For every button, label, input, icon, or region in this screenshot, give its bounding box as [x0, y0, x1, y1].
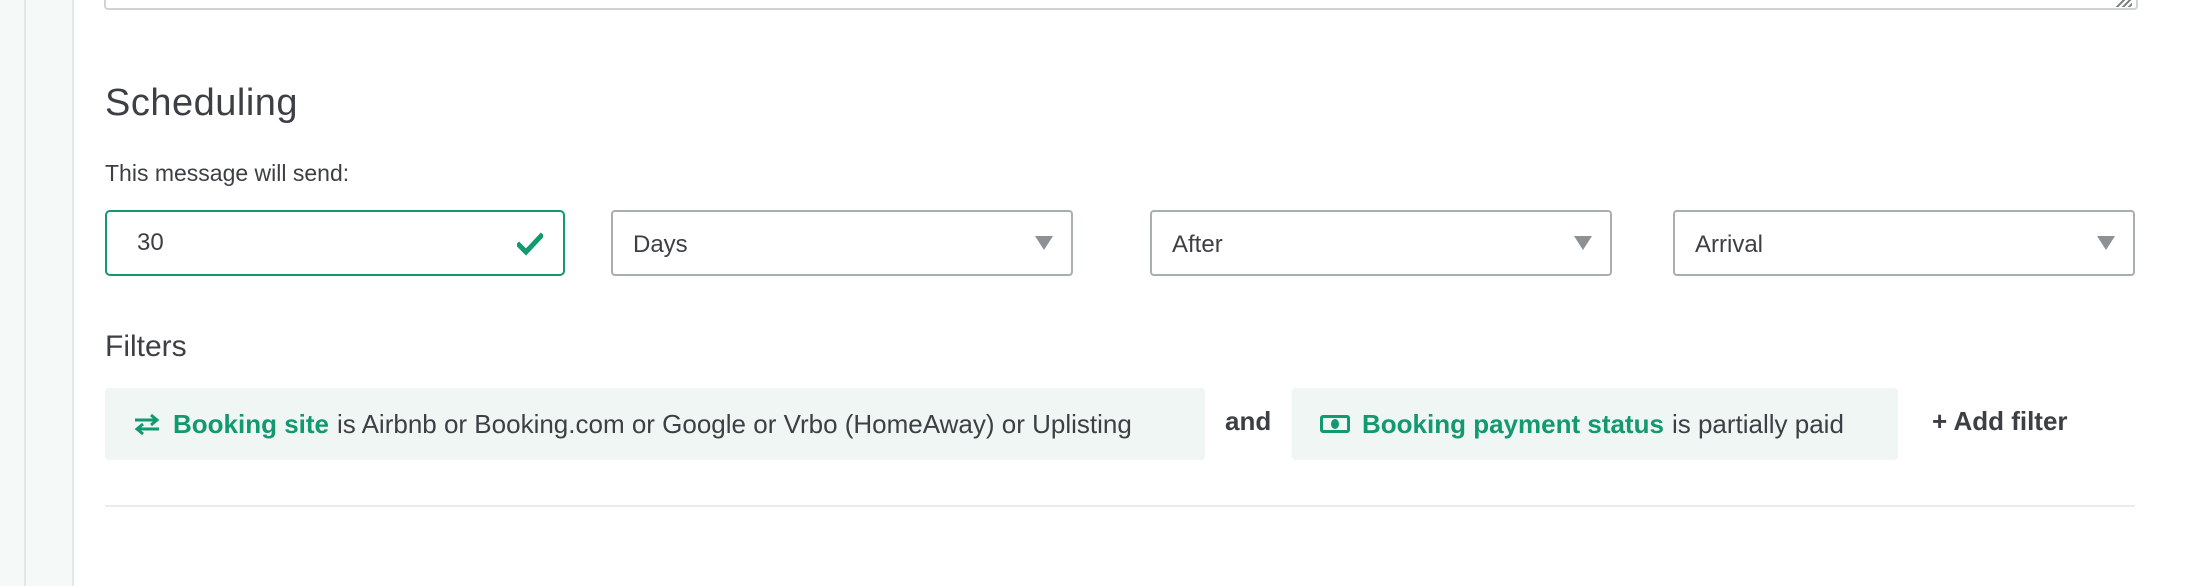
swap-arrows-icon [134, 413, 160, 435]
send-offset-field[interactable] [105, 210, 565, 276]
banknote-icon [1320, 415, 1350, 433]
filter-key: Booking payment status [1362, 408, 1664, 439]
check-icon [517, 232, 543, 256]
time-unit-value: Days [633, 231, 688, 258]
direction-value: After [1172, 231, 1223, 258]
filters-heading: Filters [105, 330, 187, 363]
section-divider [105, 505, 2135, 507]
dropdown-arrow-icon [1574, 236, 1592, 250]
add-filter-button[interactable]: + Add filter [1932, 406, 2068, 437]
filter-chip-payment-status[interactable]: Booking payment status is partially paid [1292, 388, 1898, 460]
dropdown-arrow-icon [2097, 236, 2115, 250]
scheduling-heading: Scheduling [105, 82, 299, 124]
event-value: Arrival [1695, 231, 1764, 258]
send-offset-input[interactable] [137, 212, 497, 274]
time-unit-select[interactable]: Days [611, 210, 1073, 276]
filter-key: Booking site [173, 408, 330, 439]
filter-condition: is partially paid [1671, 408, 1844, 439]
message-editor-panel [72, 0, 2198, 586]
left-rail [24, 0, 26, 586]
direction-select[interactable]: After [1150, 210, 1612, 276]
filter-joiner: and [1225, 406, 1272, 436]
send-label: This message will send: [105, 160, 350, 186]
filter-condition: is Airbnb or Booking.com or Google or Vr… [337, 408, 1132, 439]
page-background: Scheduling This message will send: Days … [0, 0, 2198, 586]
dropdown-arrow-icon [1035, 236, 1053, 250]
event-select[interactable]: Arrival [1673, 210, 2135, 276]
message-body-textarea[interactable] [104, 0, 2138, 10]
resize-handle-icon[interactable] [2112, 0, 2132, 7]
filter-chip-booking-site[interactable]: Booking site is Airbnb or Booking.com or… [105, 388, 1205, 460]
